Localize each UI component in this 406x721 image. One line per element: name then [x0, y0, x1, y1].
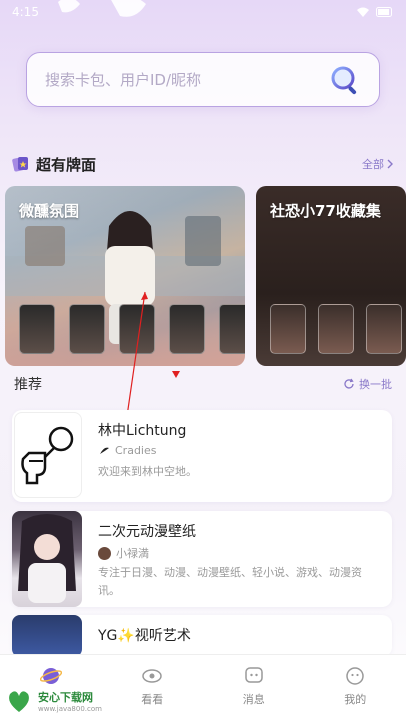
cards-icon — [12, 157, 28, 172]
message-icon — [245, 667, 263, 683]
watermark-text: 安心下载网 www.java800.com — [38, 689, 102, 713]
refresh-label: 换一批 — [359, 378, 392, 391]
tab-me[interactable]: 我的 — [320, 665, 390, 707]
search-icon[interactable] — [329, 64, 361, 96]
recommend-title: 推荐 — [14, 377, 42, 393]
featured-title: 超有牌面 — [36, 155, 97, 174]
avatar — [98, 546, 111, 560]
item-cover — [14, 412, 82, 498]
collection-card-1[interactable]: 微醺氛围 — [5, 186, 245, 366]
thumbnail — [19, 304, 55, 354]
see-all-link[interactable]: 全部 — [362, 156, 394, 172]
item-desc: 专注于日漫、动漫、动漫壁纸、轻小说、游戏、动漫资讯。 — [98, 566, 362, 597]
anime-girl-image — [18, 514, 76, 603]
app-logo — [58, 0, 146, 17]
toilet-figure-icon — [21, 426, 74, 485]
thumbnail — [119, 304, 155, 354]
list-item[interactable]: 林中Lichtung Cradies 欢迎来到林中空地。 — [12, 410, 392, 502]
item-cover — [12, 511, 82, 607]
recommend-header: 推荐 换一批 — [14, 374, 392, 394]
collection-card-title: 社恐小77收藏集 — [270, 202, 381, 220]
collection-card-2[interactable]: 社恐小77收藏集 — [256, 186, 406, 366]
eye-icon — [142, 669, 162, 683]
refresh-button[interactable]: 换一批 — [343, 376, 392, 392]
search-input[interactable] — [45, 70, 329, 89]
thumb-row — [19, 304, 245, 354]
profile-icon — [346, 667, 364, 685]
wifi-icon — [357, 7, 369, 17]
thumbnail — [270, 304, 306, 354]
list-item[interactable]: 二次元动漫壁纸 小禄満 专注于日漫、动漫、动漫壁纸、轻小说、游戏、动漫资讯。 — [12, 511, 392, 607]
watermark-sub: www.java800.com — [38, 705, 102, 713]
chevron-right-icon — [387, 159, 393, 169]
watermark-title: 安心下载网 — [38, 691, 93, 704]
status-icons — [356, 6, 394, 18]
user-avatar-icon — [100, 447, 109, 454]
item-title: 二次元动漫壁纸 — [98, 524, 196, 540]
status-time: 4:15 — [12, 5, 39, 19]
featured-header: 超有牌面 全部 — [12, 152, 394, 176]
tab-label: 我的 — [344, 693, 367, 706]
item-title: YG✨视听艺术 — [98, 628, 191, 644]
item-user-name: 小禄満 — [116, 547, 149, 560]
refresh-icon — [344, 378, 354, 389]
tab-look[interactable]: 看看 — [117, 665, 187, 707]
see-all-label: 全部 — [362, 158, 384, 171]
thumbnail — [169, 304, 205, 354]
thumb-row — [270, 304, 402, 354]
planet-icon — [39, 668, 62, 684]
search-bar[interactable] — [26, 52, 380, 107]
featured-title-wrap: 超有牌面 — [12, 154, 96, 175]
item-title: 林中Lichtung — [98, 423, 187, 439]
tab-label: 消息 — [242, 693, 265, 706]
thumbnail — [366, 304, 402, 354]
tab-messages[interactable]: 消息 — [219, 665, 289, 707]
item-desc: 欢迎来到林中空地。 — [98, 465, 197, 478]
thumbnail — [318, 304, 354, 354]
item-user: 小禄満 — [98, 545, 149, 561]
item-user-name: Cradies — [115, 444, 157, 457]
collection-card-title: 微醺氛围 — [19, 202, 80, 220]
thumbnail — [219, 304, 245, 354]
list-item[interactable]: YG✨视听艺术 — [12, 615, 392, 657]
watermark: 安心下载网 www.java800.com — [4, 688, 102, 714]
thumbnail — [69, 304, 105, 354]
battery-icon — [376, 7, 392, 17]
tab-label: 看看 — [141, 693, 164, 706]
item-user: Cradies — [98, 444, 156, 457]
item-cover — [12, 615, 82, 657]
watermark-logo-icon — [9, 691, 29, 712]
